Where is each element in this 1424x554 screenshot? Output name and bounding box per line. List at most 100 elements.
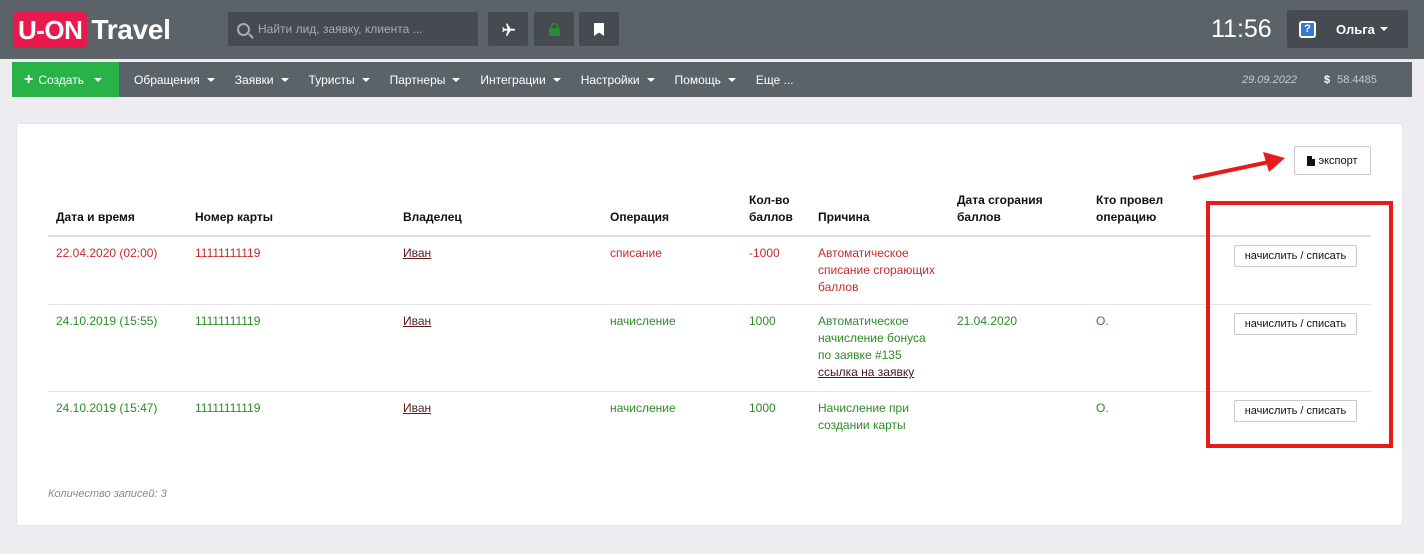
nav-item-orders[interactable]: Заявки	[235, 73, 289, 87]
clock: 11:56	[1211, 15, 1272, 43]
row-divider	[48, 391, 1371, 392]
row-reason-line1: Начисление при	[818, 401, 909, 415]
row-operator: О.	[1096, 401, 1109, 415]
header-expiry-line1: Дата сгорания	[957, 193, 1043, 207]
row-reason-line3: баллов	[818, 280, 859, 294]
records-count: Количество записей: 3	[48, 488, 167, 500]
plus-icon: +	[24, 70, 34, 88]
nav-item-label: Настройки	[580, 72, 640, 87]
annotation-arrow-icon	[1192, 152, 1285, 180]
chevron-down-icon	[1379, 27, 1388, 31]
chevron-down-icon	[646, 77, 655, 82]
header-owner: Владелец	[403, 210, 462, 224]
chevron-down-icon	[552, 77, 561, 82]
chevron-down-icon	[280, 77, 289, 82]
row-points: 1000	[749, 401, 776, 415]
create-label: Создать	[38, 72, 84, 87]
user-menu[interactable]: ? Ольга	[1287, 10, 1408, 48]
nav-item-label: Интеграции	[480, 72, 546, 87]
header-datetime: Дата и время	[56, 210, 135, 224]
chevron-down-icon	[452, 77, 461, 82]
nav-item-label: Туристы	[308, 72, 355, 87]
row-datetime: 22.04.2020 (02:00)	[56, 246, 158, 260]
row-points: 1000	[749, 314, 776, 328]
order-link[interactable]: ссылка на заявку	[818, 365, 914, 379]
header-operator-line2: операцию	[1096, 210, 1157, 224]
row-points: -1000	[749, 246, 780, 260]
header-operation: Операция	[610, 210, 670, 224]
nav-item-label: Партнеры	[389, 72, 446, 87]
flight-button[interactable]	[488, 12, 528, 46]
create-button[interactable]: + Создать	[12, 62, 119, 97]
row-owner-link[interactable]: Иван	[403, 400, 431, 417]
row-reason: Автоматическое списание сгорающих баллов	[818, 245, 935, 296]
user-name: Ольга	[1336, 21, 1375, 37]
logo-brand: U-ON	[13, 12, 88, 48]
nav-item-label: Помощь	[674, 72, 721, 87]
nav-item-more[interactable]: Еще ...	[756, 73, 794, 87]
row-card-number: 11111111119	[195, 314, 261, 328]
lock-icon	[548, 22, 560, 36]
nav-item-label: Еще ...	[755, 72, 794, 87]
highlight-box	[1206, 201, 1393, 448]
bookmark-button[interactable]	[579, 12, 619, 46]
nav-item-requests[interactable]: Обращения	[134, 73, 215, 87]
header-points-line1: Кол-во	[749, 193, 790, 207]
header-reason: Причина	[818, 210, 870, 224]
header-points: Кол-во баллов	[749, 192, 793, 226]
nav-date: 29.09.2022	[1242, 73, 1298, 86]
nav-item-tourists[interactable]: Туристы	[309, 73, 370, 87]
row-reason-line2: начисление бонуса	[818, 331, 926, 345]
chevron-down-icon	[727, 77, 736, 82]
row-reason-line3: по заявке #135	[818, 348, 902, 362]
row-reason-line1: Автоматическое	[818, 246, 909, 260]
logo-word: Travel	[91, 14, 171, 45]
header-points-line2: баллов	[749, 210, 793, 224]
rate-value: 58.4485	[1337, 73, 1377, 86]
row-reason-line1: Автоматическое	[818, 314, 909, 328]
row-operation: начисление	[610, 314, 676, 328]
search-icon	[237, 22, 250, 36]
row-expiry: 21.04.2020	[957, 314, 1018, 328]
row-owner-link[interactable]: Иван	[403, 245, 431, 262]
row-reason-line2: списание сгорающих	[818, 263, 935, 277]
nav-item-help[interactable]: Помощь	[675, 73, 736, 87]
search-box[interactable]	[228, 12, 478, 46]
chevron-down-icon	[206, 77, 215, 82]
nav-item-label: Заявки	[234, 72, 274, 87]
row-owner-link[interactable]: Иван	[403, 313, 431, 330]
lock-button[interactable]	[534, 12, 574, 46]
header-card-number: Номер карты	[195, 210, 274, 224]
currency-rate: $ 58.4485	[1324, 74, 1377, 86]
top-header: U-ON Travel 11:56 ? Ольга	[0, 0, 1424, 59]
main-nav: + Создать Обращения Заявки Туристы Партн…	[12, 62, 1412, 97]
export-label: экспорт	[1318, 154, 1358, 167]
nav-item-label: Обращения	[134, 72, 200, 87]
export-button[interactable]: экспорт	[1294, 146, 1371, 175]
header-operator-line1: Кто провел	[1096, 193, 1164, 207]
row-datetime: 24.10.2019 (15:47)	[56, 401, 158, 415]
row-divider	[48, 304, 1371, 305]
nav-item-settings[interactable]: Настройки	[581, 73, 655, 87]
file-export-icon	[1307, 155, 1316, 166]
row-operator: О.	[1096, 314, 1109, 328]
row-card-number: 11111111119	[195, 246, 261, 260]
chevron-down-icon	[93, 77, 102, 82]
help-icon[interactable]: ?	[1299, 20, 1316, 38]
nav-item-integrations[interactable]: Интеграции	[480, 72, 561, 87]
row-reason: Начисление при создании карты	[818, 400, 909, 434]
header-expiry-line2: баллов	[957, 210, 1001, 224]
logo[interactable]: U-ON Travel	[13, 12, 171, 48]
row-datetime: 24.10.2019 (15:55)	[56, 314, 158, 328]
nav-item-partners[interactable]: Партнеры	[390, 73, 461, 87]
header-expiry: Дата сгорания баллов	[957, 192, 1043, 226]
table-header-divider	[48, 235, 1371, 237]
search-input[interactable]	[258, 22, 458, 36]
row-reason: Автоматическое начисление бонуса по заявке…	[818, 313, 926, 381]
row-reason-line2: создании карты	[818, 418, 906, 432]
chevron-down-icon	[361, 77, 370, 82]
bookmark-icon	[594, 22, 604, 36]
row-operation: начисление	[610, 401, 676, 415]
dollar-icon: $	[1324, 73, 1331, 86]
airplane-icon	[501, 23, 515, 36]
